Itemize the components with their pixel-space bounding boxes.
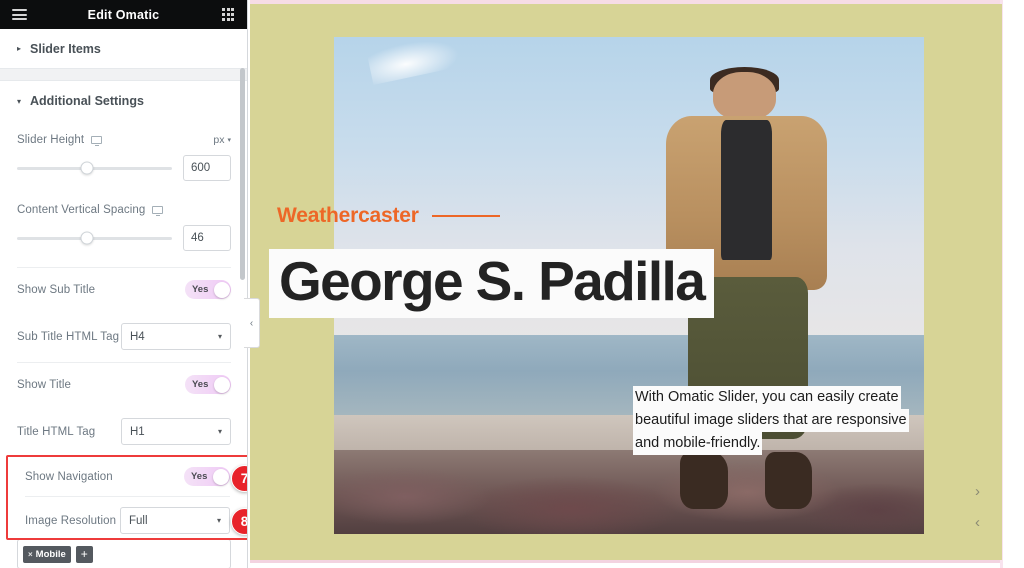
toggle-knob — [213, 376, 230, 393]
slider-height-unit-value: px — [213, 134, 225, 146]
show-title-toggle[interactable]: Yes — [185, 375, 231, 394]
slider-height-head: Slider Height px ▾ — [17, 132, 231, 148]
person-head — [713, 71, 776, 120]
slide-title-band: George S. Padilla — [269, 249, 715, 318]
grid-icon[interactable] — [218, 5, 238, 25]
desktop-icon[interactable] — [91, 136, 103, 147]
slide-subtitle: Weathercaster — [277, 204, 419, 227]
hamburger-line — [11, 13, 27, 16]
content-spacing-label: Content Vertical Spacing — [17, 204, 146, 216]
control-image-resolution: Image Resolution Full ▾ — [8, 497, 247, 544]
show-sub-title-label: Show Sub Title — [17, 283, 96, 296]
hamburger-line — [11, 18, 27, 21]
grid-icon-glyph — [221, 8, 235, 21]
add-tag-button[interactable]: + — [75, 545, 93, 563]
description-line: beautiful image sliders that are respons… — [633, 408, 909, 432]
chevron-down-icon: ▾ — [227, 137, 231, 144]
highlighted-settings-block: Show Navigation Yes Image Resolution Ful… — [6, 455, 247, 540]
title-tag-value: H1 — [130, 425, 145, 438]
section-divider — [0, 69, 247, 81]
chevron-down-icon: ▾ — [217, 332, 222, 341]
control-show-sub-title: Show Sub Title Yes — [0, 268, 247, 311]
toggle-knob — [212, 468, 229, 485]
show-sub-title-toggle[interactable]: Yes — [185, 280, 231, 299]
slider-stage: Weathercaster George S. Padilla With Oma… — [250, 4, 1002, 560]
toggle-knob — [213, 281, 230, 298]
next-slide-button[interactable]: › — [975, 484, 980, 499]
tag-mobile[interactable]: × Mobile — [23, 545, 71, 563]
panel-title: Edit Omatic — [87, 7, 160, 22]
sub-title-tag-value: H4 — [130, 330, 145, 343]
control-content-vertical-spacing: Content Vertical Spacing 46 — [0, 191, 247, 261]
editor-panel: Edit Omatic ▸ Slider Items ▾ Additional … — [0, 0, 248, 568]
hamburger-line — [11, 8, 27, 11]
description-line: and mobile-friendly. — [633, 431, 763, 455]
section-slider-items[interactable]: ▸ Slider Items — [0, 29, 247, 69]
show-navigation-label: Show Navigation — [25, 470, 113, 483]
slider-height-track[interactable] — [17, 161, 172, 175]
preview-canvas: Weathercaster George S. Padilla With Oma… — [249, 0, 1024, 568]
content-spacing-row: 46 — [17, 225, 231, 251]
chevron-down-icon: ▾ — [217, 427, 222, 436]
control-title-html-tag: Title HTML Tag H1 ▾ — [0, 406, 247, 457]
control-sub-title-html-tag: Sub Title HTML Tag H4 ▾ — [0, 311, 247, 362]
person-inner-layer — [720, 119, 772, 260]
image-resolution-label: Image Resolution — [25, 514, 117, 527]
remove-tag-icon[interactable]: × — [28, 550, 33, 559]
slider-height-unit-select[interactable]: px ▾ — [213, 134, 231, 146]
hamburger-icon[interactable] — [9, 5, 29, 25]
chevron-down-icon: ▾ — [17, 96, 22, 106]
section-slider-items-label: Slider Items — [30, 41, 101, 56]
slide-title: George S. Padilla — [279, 250, 706, 312]
control-show-title: Show Title Yes — [0, 363, 247, 406]
show-navigation-toggle[interactable]: Yes — [184, 467, 230, 486]
person-boot-right — [764, 452, 813, 510]
content-spacing-input[interactable]: 46 — [183, 225, 231, 251]
sub-title-tag-label: Sub Title HTML Tag — [17, 330, 120, 343]
title-tag-select[interactable]: H1 ▾ — [121, 418, 231, 445]
section-additional-settings[interactable]: ▾ Additional Settings — [0, 81, 247, 121]
slider-height-knob[interactable] — [80, 161, 94, 175]
slider-height-row: 600 — [17, 155, 231, 181]
chevron-right-icon: ▸ — [17, 44, 22, 53]
show-title-label: Show Title — [17, 378, 72, 391]
panel-header: Edit Omatic — [0, 0, 247, 29]
control-show-navigation: Show Navigation Yes — [8, 457, 247, 496]
slider-height-input[interactable]: 600 — [183, 155, 231, 181]
slider-height-label: Slider Height — [17, 134, 85, 146]
image-resolution-select[interactable]: Full ▾ — [120, 507, 230, 534]
panel-collapse-handle[interactable]: ‹ — [244, 298, 260, 348]
prev-slide-button[interactable]: ‹ — [975, 515, 980, 530]
show-sub-title-toggle-value: Yes — [192, 284, 209, 295]
subtitle-dash — [431, 215, 500, 217]
show-title-toggle-value: Yes — [192, 379, 209, 390]
title-tag-label: Title HTML Tag — [17, 425, 96, 438]
tag-mobile-label: Mobile — [35, 548, 66, 560]
slide-subtitle-row: Weathercaster — [277, 204, 500, 228]
slide-description: With Omatic Slider, you can easily creat… — [633, 386, 963, 455]
content-spacing-head: Content Vertical Spacing — [17, 202, 231, 218]
slider-navigation: › ‹ — [966, 476, 989, 538]
person-boot-left — [680, 452, 728, 510]
panel-scrollbar[interactable] — [240, 68, 245, 280]
show-navigation-toggle-value: Yes — [191, 471, 208, 482]
section-additional-settings-label: Additional Settings — [30, 94, 144, 108]
sub-title-tag-select[interactable]: H4 ▾ — [121, 323, 231, 350]
description-line: With Omatic Slider, you can easily creat… — [633, 386, 901, 409]
chevron-down-icon: ▾ — [216, 516, 221, 525]
content-spacing-knob[interactable] — [80, 231, 94, 245]
content-spacing-track[interactable] — [17, 231, 172, 245]
desktop-icon[interactable] — [152, 206, 164, 217]
control-slider-height: Slider Height px ▾ 600 — [0, 121, 247, 191]
image-resolution-value: Full — [129, 514, 148, 527]
